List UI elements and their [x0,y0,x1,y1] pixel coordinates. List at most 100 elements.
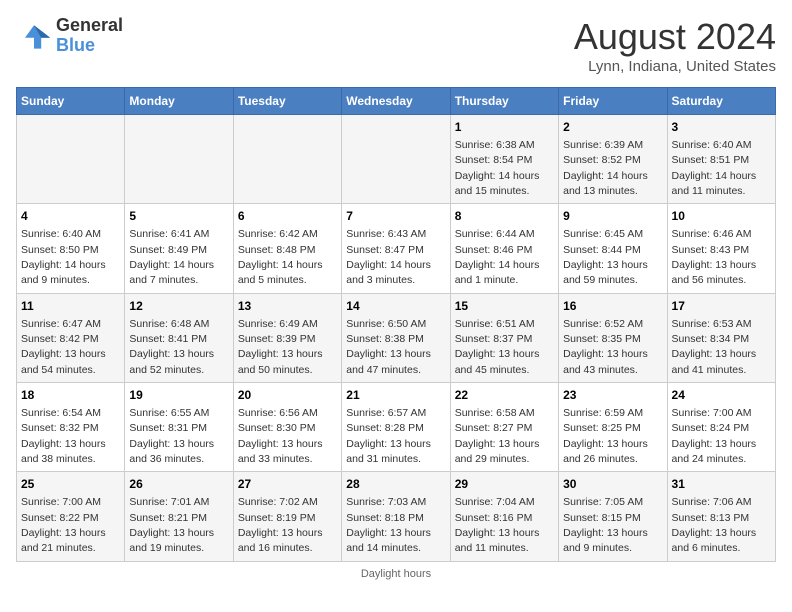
calendar-header: SundayMondayTuesdayWednesdayThursdayFrid… [17,88,776,115]
day-number: 4 [21,208,120,225]
day-info: Sunrise: 6:45 AM Sunset: 8:44 PM Dayligh… [563,228,648,286]
logo-text: General Blue [56,16,123,56]
day-number: 31 [672,476,771,493]
day-number: 24 [672,387,771,404]
page-header: General Blue August 2024 Lynn, Indiana, … [16,16,776,75]
calendar-cell: 15 Sunrise: 6:51 AM Sunset: 8:37 PM Dayli… [450,293,558,382]
calendar-cell: 1 Sunrise: 6:38 AM Sunset: 8:54 PM Daylig… [450,115,558,204]
day-info: Sunrise: 7:02 AM Sunset: 8:19 PM Dayligh… [238,496,323,554]
calendar-week-4: 18 Sunrise: 6:54 AM Sunset: 8:32 PM Dayli… [17,383,776,472]
calendar-cell: 12 Sunrise: 6:48 AM Sunset: 8:41 PM Dayli… [125,293,233,382]
day-number: 12 [129,298,228,315]
calendar-cell: 14 Sunrise: 6:50 AM Sunset: 8:38 PM Dayli… [342,293,450,382]
day-info: Sunrise: 6:55 AM Sunset: 8:31 PM Dayligh… [129,407,214,465]
calendar-cell [17,115,125,204]
day-info: Sunrise: 6:43 AM Sunset: 8:47 PM Dayligh… [346,228,431,286]
calendar-cell: 7 Sunrise: 6:43 AM Sunset: 8:47 PM Daylig… [342,204,450,293]
day-number: 14 [346,298,445,315]
day-info: Sunrise: 6:40 AM Sunset: 8:51 PM Dayligh… [672,139,757,197]
calendar-cell: 9Sunrise: 6:45 AM Sunset: 8:44 PM Daylig… [559,204,667,293]
day-number: 21 [346,387,445,404]
calendar-cell [125,115,233,204]
day-info: Sunrise: 7:03 AM Sunset: 8:18 PM Dayligh… [346,496,431,554]
title-block: August 2024 Lynn, Indiana, United States [574,16,776,75]
day-number: 26 [129,476,228,493]
day-number: 2 [563,119,662,136]
day-number: 10 [672,208,771,225]
day-info: Sunrise: 6:42 AM Sunset: 8:48 PM Dayligh… [238,228,323,286]
day-header-saturday: Saturday [667,88,775,115]
calendar-cell: 5Sunrise: 6:41 AM Sunset: 8:49 PM Daylig… [125,204,233,293]
day-number: 18 [21,387,120,404]
calendar-cell: 20 Sunrise: 6:56 AM Sunset: 8:30 PM Dayli… [233,383,341,472]
calendar-cell: 30 Sunrise: 7:05 AM Sunset: 8:15 PM Dayli… [559,472,667,561]
day-number: 3 [672,119,771,136]
day-number: 22 [455,387,554,404]
day-info: Sunrise: 6:39 AM Sunset: 8:52 PM Dayligh… [563,139,648,197]
calendar-cell: 23 Sunrise: 6:59 AM Sunset: 8:25 PM Dayli… [559,383,667,472]
day-number: 15 [455,298,554,315]
day-number: 27 [238,476,337,493]
day-info: Sunrise: 6:49 AM Sunset: 8:39 PM Dayligh… [238,318,323,376]
day-header-monday: Monday [125,88,233,115]
day-info: Sunrise: 6:46 AM Sunset: 8:43 PM Dayligh… [672,228,757,286]
calendar-cell: 22Sunrise: 6:58 AM Sunset: 8:27 PM Dayli… [450,383,558,472]
day-info: Sunrise: 6:47 AM Sunset: 8:42 PM Dayligh… [21,318,106,376]
day-number: 6 [238,208,337,225]
calendar-week-2: 4 Sunrise: 6:40 AM Sunset: 8:50 PM Daylig… [17,204,776,293]
day-header-friday: Friday [559,88,667,115]
calendar-cell: 11 Sunrise: 6:47 AM Sunset: 8:42 PM Dayli… [17,293,125,382]
day-info: Sunrise: 7:06 AM Sunset: 8:13 PM Dayligh… [672,496,757,554]
day-info: Sunrise: 6:41 AM Sunset: 8:49 PM Dayligh… [129,228,214,286]
calendar-cell: 13 Sunrise: 6:49 AM Sunset: 8:39 PM Dayli… [233,293,341,382]
calendar-cell: 31 Sunrise: 7:06 AM Sunset: 8:13 PM Dayli… [667,472,775,561]
calendar-cell [233,115,341,204]
calendar-cell: 16Sunrise: 6:52 AM Sunset: 8:35 PM Dayli… [559,293,667,382]
day-info: Sunrise: 6:59 AM Sunset: 8:25 PM Dayligh… [563,407,648,465]
day-info: Sunrise: 7:01 AM Sunset: 8:21 PM Dayligh… [129,496,214,554]
footer-note: Daylight hours [16,568,776,580]
calendar-cell: 17Sunrise: 6:53 AM Sunset: 8:34 PM Dayli… [667,293,775,382]
month-title: August 2024 [574,16,776,58]
calendar-cell: 4 Sunrise: 6:40 AM Sunset: 8:50 PM Daylig… [17,204,125,293]
calendar-cell: 3 Sunrise: 6:40 AM Sunset: 8:51 PM Daylig… [667,115,775,204]
day-number: 1 [455,119,554,136]
day-number: 20 [238,387,337,404]
calendar-cell: 18 Sunrise: 6:54 AM Sunset: 8:32 PM Dayli… [17,383,125,472]
day-header-wednesday: Wednesday [342,88,450,115]
day-headers-row: SundayMondayTuesdayWednesdayThursdayFrid… [17,88,776,115]
day-number: 30 [563,476,662,493]
day-header-sunday: Sunday [17,88,125,115]
day-info: Sunrise: 6:40 AM Sunset: 8:50 PM Dayligh… [21,228,106,286]
calendar-body: 1 Sunrise: 6:38 AM Sunset: 8:54 PM Daylig… [17,115,776,562]
calendar-cell: 26 Sunrise: 7:01 AM Sunset: 8:21 PM Dayli… [125,472,233,561]
day-number: 11 [21,298,120,315]
day-number: 13 [238,298,337,315]
day-number: 28 [346,476,445,493]
day-number: 19 [129,387,228,404]
calendar-cell: 6 Sunrise: 6:42 AM Sunset: 8:48 PM Daylig… [233,204,341,293]
calendar-cell: 19 Sunrise: 6:55 AM Sunset: 8:31 PM Dayli… [125,383,233,472]
day-info: Sunrise: 6:38 AM Sunset: 8:54 PM Dayligh… [455,139,540,197]
day-info: Sunrise: 6:57 AM Sunset: 8:28 PM Dayligh… [346,407,431,465]
day-info: Sunrise: 6:50 AM Sunset: 8:38 PM Dayligh… [346,318,431,376]
day-number: 29 [455,476,554,493]
day-info: Sunrise: 6:51 AM Sunset: 8:37 PM Dayligh… [455,318,540,376]
calendar-week-5: 25Sunrise: 7:00 AM Sunset: 8:22 PM Dayli… [17,472,776,561]
day-number: 23 [563,387,662,404]
day-info: Sunrise: 6:56 AM Sunset: 8:30 PM Dayligh… [238,407,323,465]
calendar-cell: 29Sunrise: 7:04 AM Sunset: 8:16 PM Dayli… [450,472,558,561]
calendar-cell: 21 Sunrise: 6:57 AM Sunset: 8:28 PM Dayli… [342,383,450,472]
calendar-cell [342,115,450,204]
day-info: Sunrise: 7:05 AM Sunset: 8:15 PM Dayligh… [563,496,648,554]
day-info: Sunrise: 7:00 AM Sunset: 8:24 PM Dayligh… [672,407,757,465]
day-number: 25 [21,476,120,493]
location: Lynn, Indiana, United States [574,58,776,75]
day-info: Sunrise: 6:53 AM Sunset: 8:34 PM Dayligh… [672,318,757,376]
day-info: Sunrise: 6:48 AM Sunset: 8:41 PM Dayligh… [129,318,214,376]
calendar-cell: 28 Sunrise: 7:03 AM Sunset: 8:18 PM Dayli… [342,472,450,561]
day-info: Sunrise: 6:54 AM Sunset: 8:32 PM Dayligh… [21,407,106,465]
day-number: 7 [346,208,445,225]
calendar-cell: 25Sunrise: 7:00 AM Sunset: 8:22 PM Dayli… [17,472,125,561]
calendar-cell: 2 Sunrise: 6:39 AM Sunset: 8:52 PM Daylig… [559,115,667,204]
